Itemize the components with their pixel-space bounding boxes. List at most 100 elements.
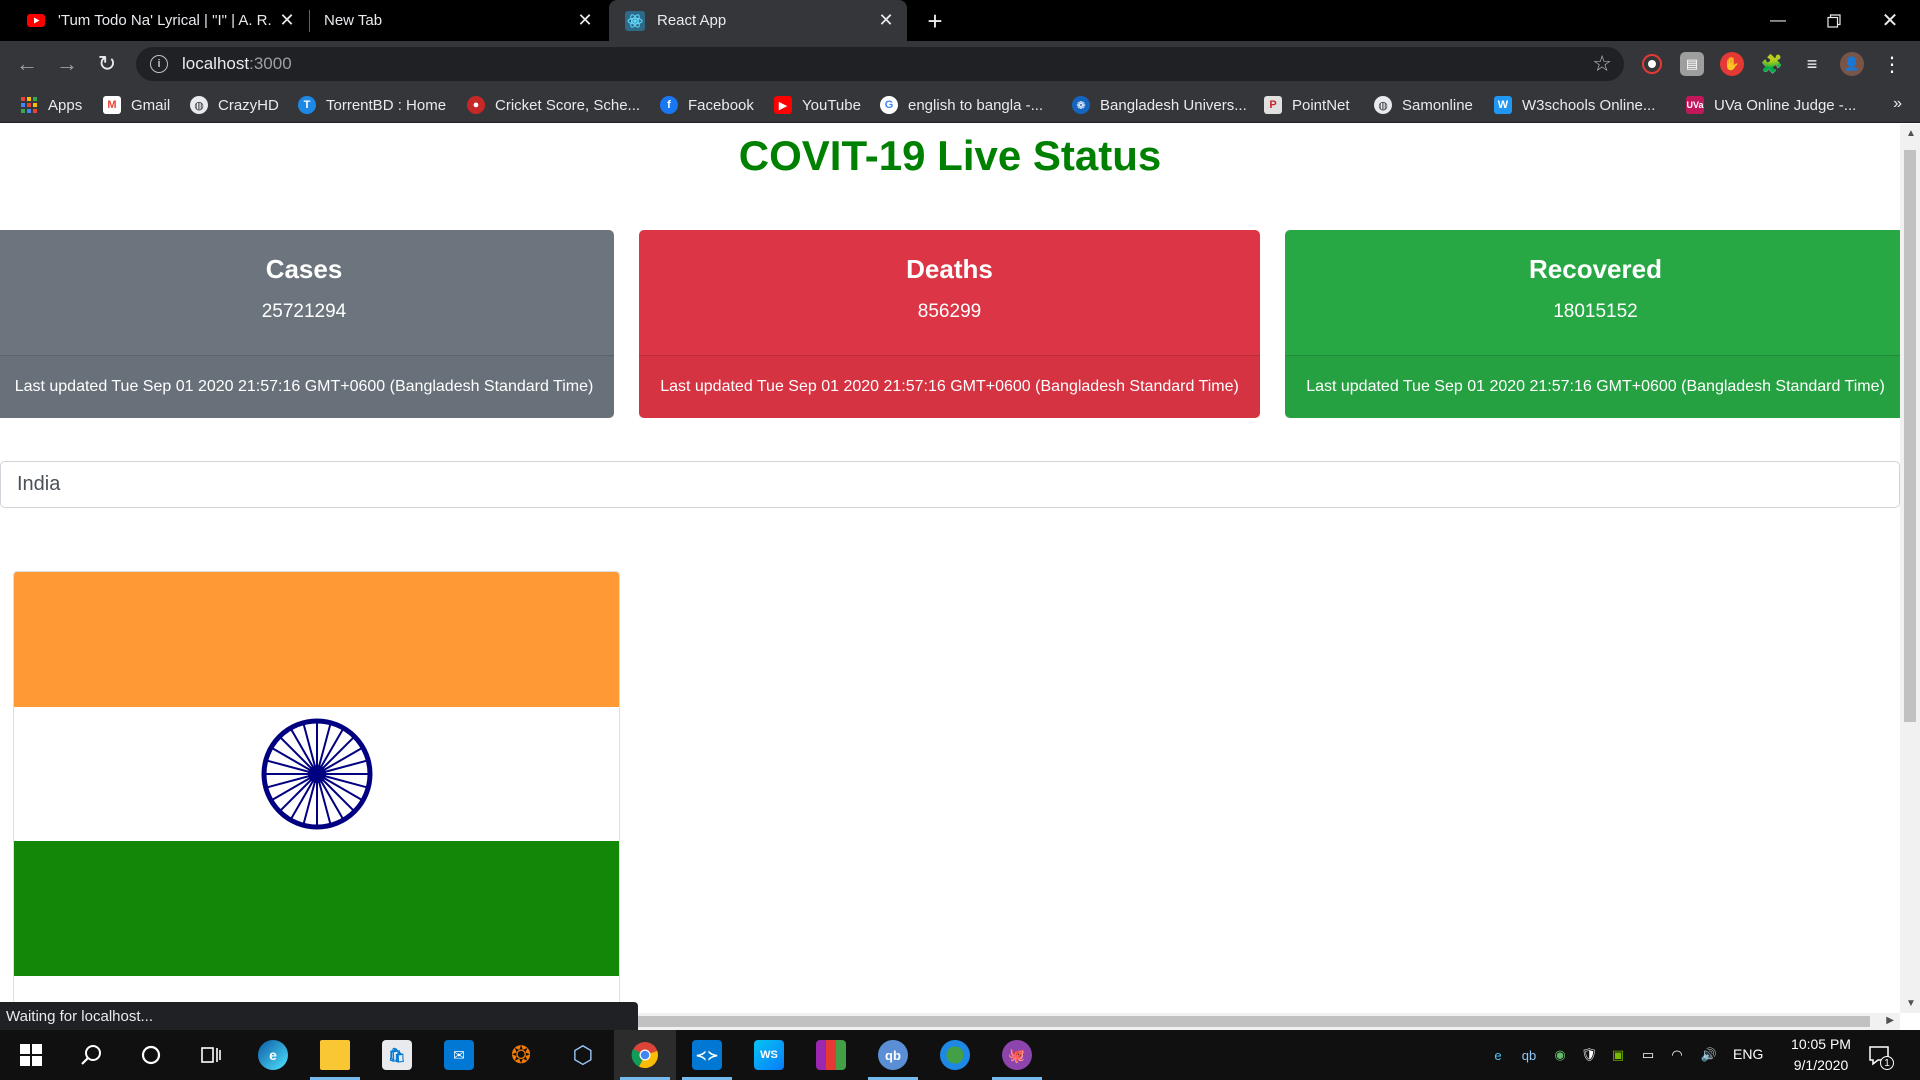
vscode-icon: ≺≻ <box>692 1040 722 1070</box>
windows-taskbar: e 🛍 ✉ ❂ ⬡ ≺≻ WS qb 🐙 e qb ◉ 🛡 ▣ ▭ ◠ 🔊 EN… <box>0 1030 1920 1080</box>
bookmark-pointnet[interactable]: P PointNet <box>1264 93 1350 117</box>
url-port: :3000 <box>249 54 292 73</box>
bookmark-w3schools[interactable]: W W3schools Online... <box>1494 93 1655 117</box>
taskbar-file-explorer[interactable] <box>304 1030 366 1080</box>
taskbar-network-app[interactable] <box>924 1030 986 1080</box>
bookmarks-bar: Apps M Gmail ◍ CrazyHD T TorrentBD : Home ●… <box>0 87 1920 123</box>
profile-avatar[interactable]: 👤 <box>1840 52 1864 76</box>
card-footer: Last updated Tue Sep 01 2020 21:57:16 GM… <box>0 355 614 418</box>
back-button[interactable]: ← <box>12 49 42 79</box>
taskbar-winrar[interactable] <box>800 1030 862 1080</box>
start-button[interactable] <box>0 1030 62 1080</box>
clock-date: 9/1/2020 <box>1793 1057 1849 1073</box>
reload-button[interactable]: ↻ <box>92 49 122 79</box>
bookmark-bangladesh-university[interactable]: ❁ Bangladesh Univers... <box>1072 93 1247 117</box>
battery-icon[interactable]: ▭ <box>1637 1044 1659 1066</box>
security-tray-icon[interactable]: 🛡 <box>1578 1044 1600 1066</box>
apps-grid-icon <box>20 96 38 114</box>
media-control-icon[interactable]: ≡ <box>1800 52 1824 76</box>
qbittorrent-tray-icon[interactable]: qb <box>1518 1044 1540 1066</box>
extension-hand-icon[interactable]: ✋ <box>1720 52 1744 76</box>
nvidia-tray-icon[interactable]: ▣ <box>1607 1044 1629 1066</box>
taskbar-github-desktop[interactable]: 🐙 <box>986 1030 1048 1080</box>
vertical-scrollbar[interactable]: ▲ ▼ <box>1900 124 1920 1013</box>
volume-icon[interactable]: 🔊 <box>1698 1044 1720 1066</box>
tab-react-app[interactable]: React App ✕ <box>609 0 907 41</box>
system-clock[interactable]: 10:05 PM 9/1/2020 <box>1766 1034 1876 1076</box>
scroll-down-icon[interactable]: ▼ <box>1906 998 1916 1009</box>
bookmark-label: W3schools Online... <box>1522 96 1656 114</box>
card-footer: Last updated Tue Sep 01 2020 21:57:16 GM… <box>1285 355 1900 418</box>
chrome-icon <box>630 1040 660 1070</box>
cortana-icon <box>141 1045 161 1065</box>
info-icon[interactable]: i <box>150 55 168 73</box>
menu-kebab-icon[interactable]: ⋮ <box>1880 52 1904 76</box>
bookmark-star-icon[interactable]: ☆ <box>1592 51 1612 77</box>
task-view-button[interactable] <box>180 1030 242 1080</box>
card-value: 25721294 <box>261 301 347 322</box>
scrollbar-thumb[interactable] <box>1904 150 1916 722</box>
bookmark-youtube[interactable]: ▶ YouTube <box>774 93 861 117</box>
scroll-up-icon[interactable]: ▲ <box>1906 128 1916 139</box>
bookmarks-overflow-icon[interactable]: » <box>1893 95 1902 113</box>
tab-new-tab[interactable]: New Tab ✕ <box>308 0 606 41</box>
network-tray-icon[interactable]: ◉ <box>1549 1044 1571 1066</box>
torrentbd-icon: T <box>298 96 316 114</box>
extension-gray-icon[interactable]: ▤ <box>1680 52 1704 76</box>
bookmark-label: Samonline <box>1402 96 1473 114</box>
pointnet-icon: P <box>1264 96 1282 114</box>
bookmark-gmail[interactable]: M Gmail <box>103 93 170 117</box>
edge-tray-icon[interactable]: e <box>1487 1044 1509 1066</box>
scrollbar-thumb[interactable] <box>620 1016 1870 1027</box>
cortana-button[interactable] <box>120 1030 182 1080</box>
wifi-icon[interactable]: ◠ <box>1666 1044 1688 1066</box>
bookmark-samonline[interactable]: ◍ Samonline <box>1374 93 1473 117</box>
bookmark-crazyhd[interactable]: ◍ CrazyHD <box>190 93 279 117</box>
close-icon[interactable]: ✕ <box>276 10 298 32</box>
close-icon[interactable]: ✕ <box>574 10 596 32</box>
winrar-icon <box>816 1040 846 1070</box>
scroll-right-icon[interactable]: ▶ <box>1886 1015 1894 1026</box>
taskbar-search-button[interactable] <box>60 1030 122 1080</box>
bookmark-torrentbd[interactable]: T TorrentBD : Home <box>298 93 446 117</box>
card-value: 856299 <box>917 301 982 322</box>
taskbar-app[interactable]: ❂ <box>490 1030 552 1080</box>
github-desktop-icon: 🐙 <box>1002 1040 1032 1070</box>
close-window-button[interactable]: ✕ <box>1862 0 1918 41</box>
bookmark-facebook[interactable]: f Facebook <box>660 93 754 117</box>
forward-button[interactable]: → <box>52 49 82 79</box>
taskbar-webstorm[interactable]: WS <box>738 1030 800 1080</box>
address-bar[interactable]: i localhost:3000 ☆ <box>136 47 1624 81</box>
bookmark-label: PointNet <box>1292 96 1350 114</box>
recovered-card: Recovered 18015152 Last updated Tue Sep … <box>1285 230 1900 418</box>
country-search-input[interactable] <box>0 461 1900 508</box>
extension-record-icon[interactable] <box>1640 52 1664 76</box>
taskbar-mail[interactable]: ✉ <box>428 1030 490 1080</box>
w3schools-icon: W <box>1494 96 1512 114</box>
minimize-button[interactable]: — <box>1750 0 1806 41</box>
bookmark-label: english to bangla -... <box>908 96 1044 114</box>
taskbar-chrome[interactable] <box>614 1030 676 1080</box>
bookmark-english-to-bangla[interactable]: Genglish to bangla -... <box>880 93 1043 117</box>
taskbar-virtualbox[interactable]: ⬡ <box>552 1030 614 1080</box>
google-icon: G <box>880 96 898 114</box>
extensions-puzzle-icon[interactable]: 🧩 <box>1760 52 1784 76</box>
language-indicator[interactable]: ENG <box>1733 1046 1763 1062</box>
notification-icon[interactable]: 1 <box>1866 1042 1894 1070</box>
close-icon[interactable]: ✕ <box>875 10 897 32</box>
bookmark-apps[interactable]: Apps <box>20 93 82 117</box>
restore-button[interactable] <box>1806 0 1862 41</box>
taskbar-qbittorrent[interactable]: qb <box>862 1030 924 1080</box>
store-icon: 🛍 <box>382 1040 412 1070</box>
taskbar-vscode[interactable]: ≺≻ <box>676 1030 738 1080</box>
cricket-icon: ● <box>467 96 485 114</box>
bookmark-label: Facebook <box>688 96 754 114</box>
taskbar-edge[interactable]: e <box>242 1030 304 1080</box>
bookmark-cricket[interactable]: ● Cricket Score, Sche... <box>467 93 640 117</box>
tab-youtube[interactable]: 'Tum Todo Na' Lyrical | "I" | A. R. R ✕ <box>10 0 308 41</box>
taskbar-store[interactable]: 🛍 <box>366 1030 428 1080</box>
new-tab-button[interactable]: + <box>920 6 950 36</box>
app-icon: ❂ <box>510 1041 532 1069</box>
bookmark-uva[interactable]: UVa UVa Online Judge -... <box>1686 93 1856 117</box>
file-explorer-icon <box>320 1040 350 1070</box>
